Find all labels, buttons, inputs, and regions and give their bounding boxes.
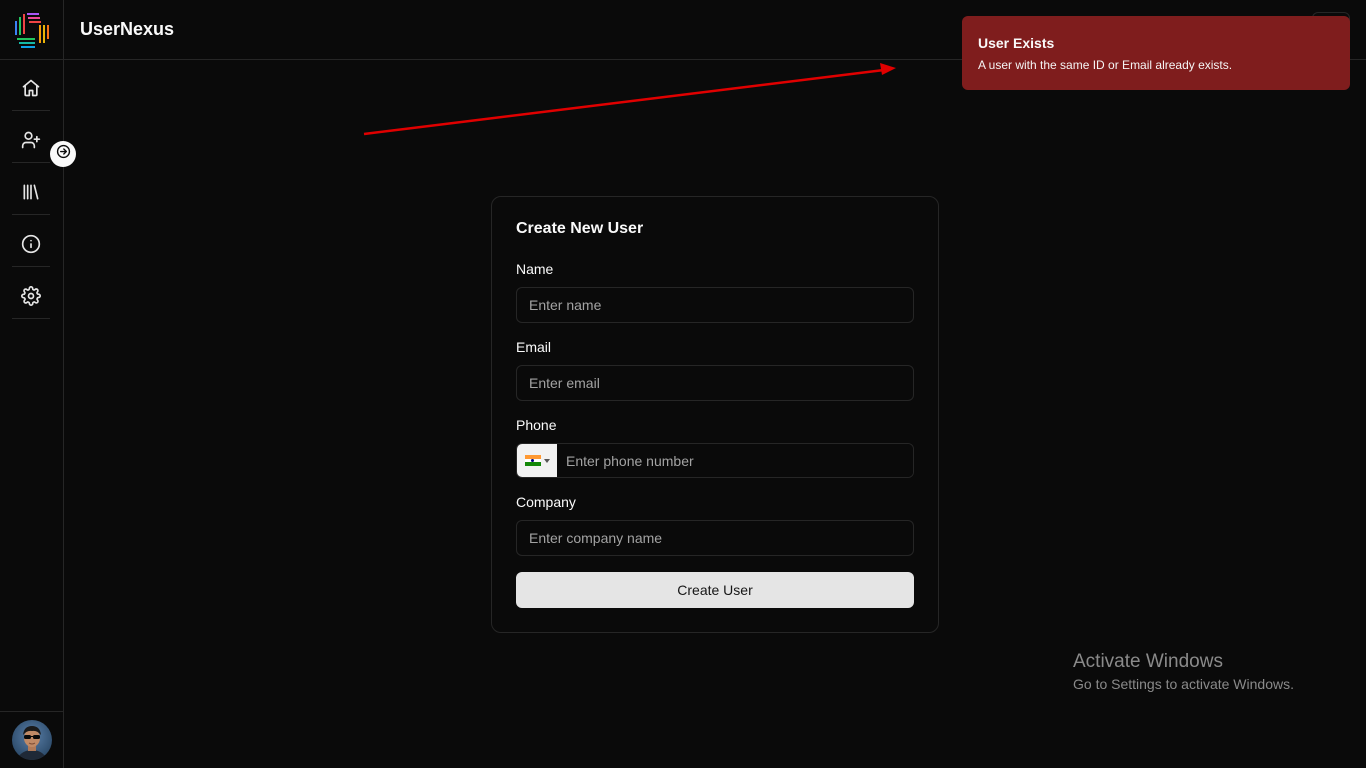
user-plus-icon xyxy=(21,130,41,155)
create-user-card: Create New User Name Email Phone Company… xyxy=(491,196,939,633)
email-input[interactable] xyxy=(516,365,914,401)
company-input[interactable] xyxy=(516,520,914,556)
name-label: Name xyxy=(516,261,554,277)
arrow-right-icon xyxy=(56,144,71,164)
home-icon xyxy=(21,78,41,103)
library-icon xyxy=(21,182,41,207)
info-icon xyxy=(21,234,41,259)
sidebar-divider xyxy=(0,711,64,712)
sidebar-item-settings[interactable] xyxy=(12,279,50,319)
error-toast[interactable]: User Exists A user with the same ID or E… xyxy=(962,16,1350,90)
sidebar xyxy=(0,0,64,768)
app-title: UserNexus xyxy=(80,19,175,39)
email-label: Email xyxy=(516,339,552,355)
sidebar-item-library[interactable] xyxy=(12,175,50,215)
windows-activation-watermark: Activate Windows Go to Settings to activ… xyxy=(1073,651,1294,692)
watermark-subtitle: Go to Settings to activate Windows. xyxy=(1073,676,1294,692)
settings-icon xyxy=(21,286,41,311)
sidebar-divider xyxy=(0,59,64,60)
watermark-title: Activate Windows xyxy=(1073,651,1223,672)
toast-description: A user with the same ID or Email already… xyxy=(978,58,1233,72)
create-user-button[interactable]: Create User xyxy=(516,572,914,608)
phone-label: Phone xyxy=(516,417,557,433)
sidebar-item-home[interactable] xyxy=(12,71,50,111)
phone-field xyxy=(516,443,914,478)
app-logo-icon[interactable] xyxy=(13,11,51,49)
india-flag-icon xyxy=(524,455,541,467)
phone-input[interactable] xyxy=(557,444,913,477)
form-title: Create New User xyxy=(516,220,644,237)
sidebar-item-add-user[interactable] xyxy=(12,123,50,163)
toast-title: User Exists xyxy=(978,35,1055,51)
user-avatar[interactable] xyxy=(12,720,52,760)
sidebar-item-info[interactable] xyxy=(12,227,50,267)
company-label: Company xyxy=(516,494,576,510)
name-input[interactable] xyxy=(516,287,914,323)
sidebar-expand-button[interactable] xyxy=(50,141,76,167)
chevron-down-icon xyxy=(543,458,550,463)
country-code-select[interactable] xyxy=(517,444,557,477)
